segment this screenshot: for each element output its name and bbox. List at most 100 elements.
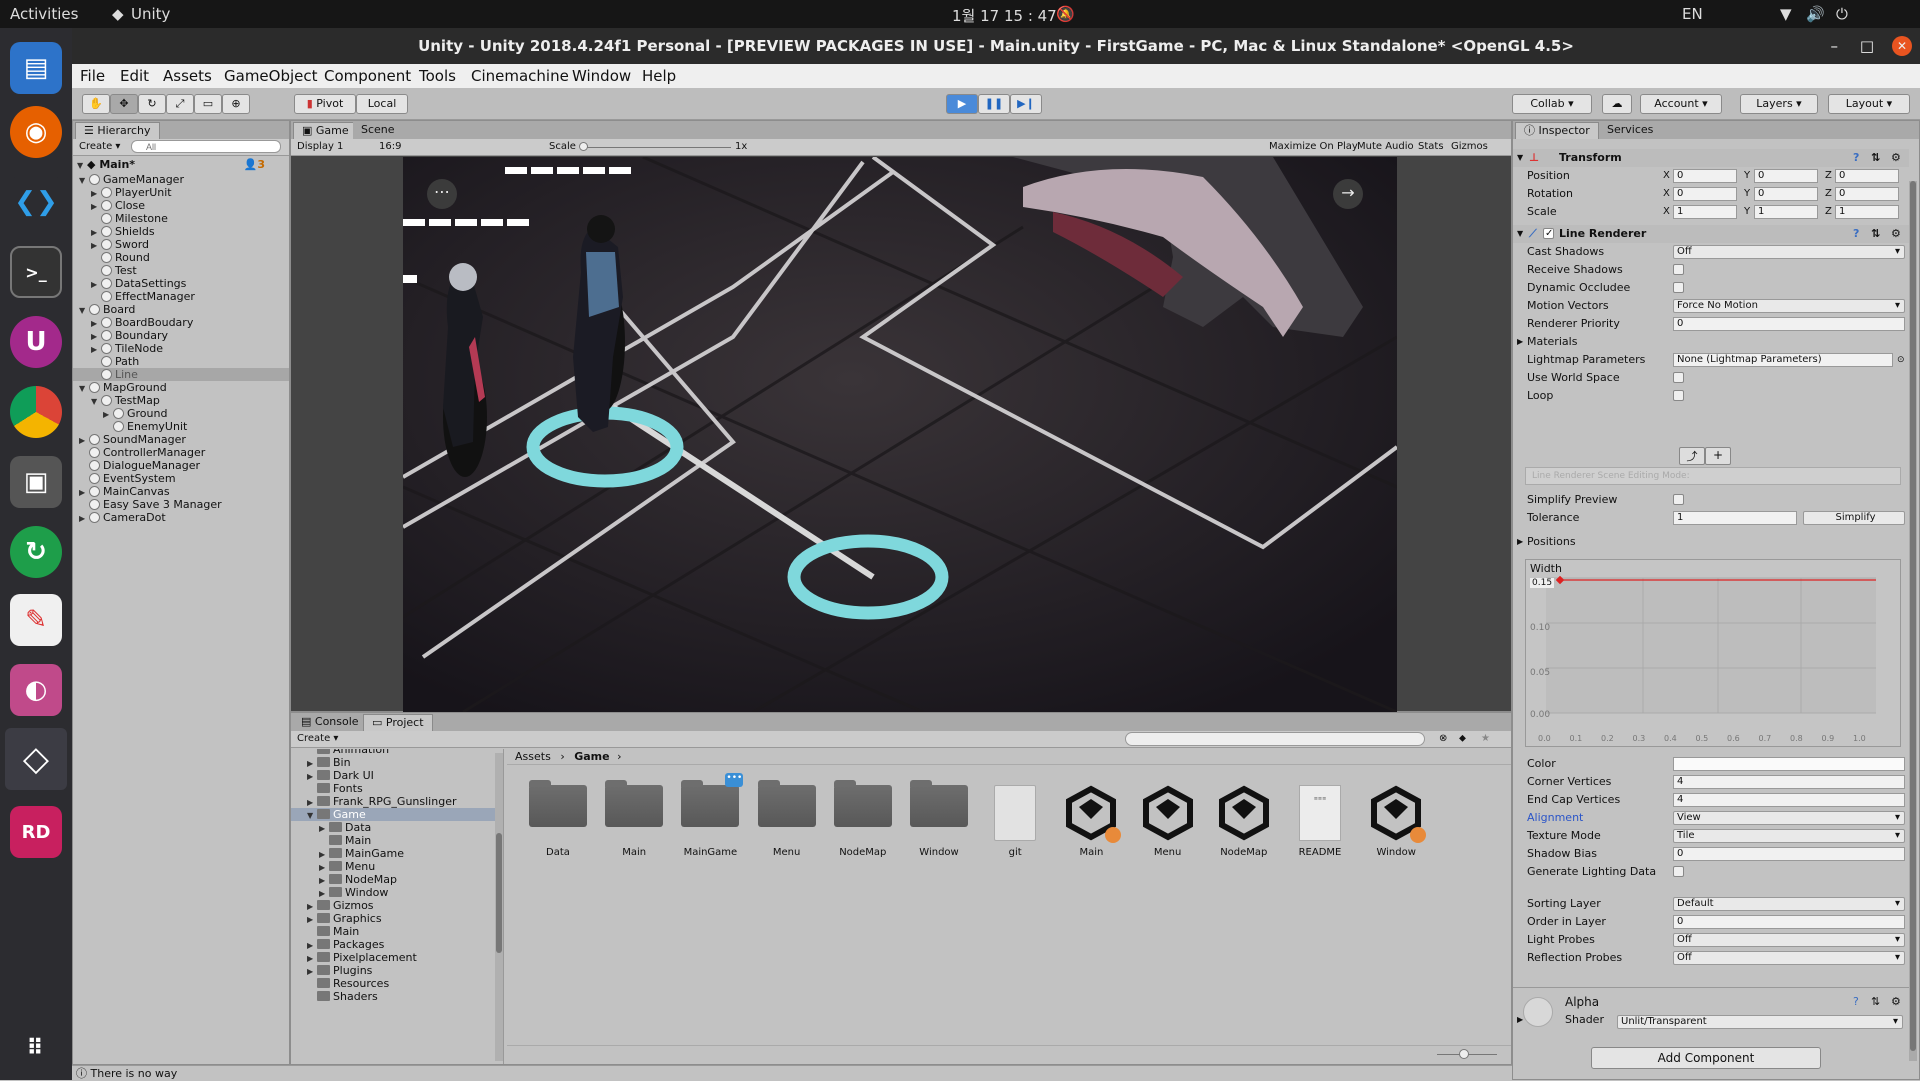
project-tree-item[interactable]: Main xyxy=(291,834,503,847)
scale-slider-handle[interactable] xyxy=(579,142,588,151)
files-icon[interactable]: ▤ xyxy=(10,42,62,94)
asset-item[interactable]: git xyxy=(985,785,1045,858)
menu-assets[interactable]: Assets xyxy=(163,67,212,85)
asset-item[interactable]: NodeMap xyxy=(833,780,893,858)
project-tree-item[interactable]: ▶ Bin xyxy=(291,756,503,769)
rect-tool-icon[interactable]: ▭ xyxy=(194,94,222,114)
aspect-dropdown[interactable]: 16:9 xyxy=(379,141,539,152)
hierarchy-item[interactable]: ▶ Sword xyxy=(73,238,289,251)
gizmos-dropdown[interactable]: Gizmos xyxy=(1451,141,1488,152)
hierarchy-item[interactable]: ▶ CameraDot xyxy=(73,511,289,524)
hierarchy-item[interactable]: Line xyxy=(73,368,289,381)
maximize-on-play-toggle[interactable]: Maximize On Play xyxy=(1269,141,1358,152)
line-renderer-settings-icon[interactable]: ⚙ xyxy=(1891,225,1901,243)
hierarchy-item[interactable]: EffectManager xyxy=(73,290,289,303)
show-apps-icon[interactable]: ⠿ xyxy=(10,1022,62,1074)
add-component-button[interactable]: Add Component xyxy=(1591,1047,1821,1069)
favorite-icon[interactable]: ★ xyxy=(1481,733,1490,744)
transform-collapse-icon[interactable]: ▼ xyxy=(1517,149,1523,167)
tab-console[interactable]: ▤ Console xyxy=(293,714,367,731)
transform-position-x-field[interactable]: 0 xyxy=(1673,169,1737,183)
transform-rotation-y-field[interactable]: 0 xyxy=(1754,187,1818,201)
step-button[interactable]: ▶❙ xyxy=(1010,94,1042,114)
layers-dropdown[interactable]: Layers ▾ xyxy=(1740,94,1818,114)
layout-dropdown[interactable]: Layout ▾ xyxy=(1828,94,1910,114)
hierarchy-item[interactable]: Round xyxy=(73,251,289,264)
asset-item[interactable]: Main xyxy=(1061,785,1122,858)
icon-size-slider-handle[interactable] xyxy=(1459,1049,1469,1059)
order-in-layer-field[interactable]: 0 xyxy=(1673,915,1905,929)
line-renderer-collapse-icon[interactable]: ▼ xyxy=(1517,225,1523,243)
app-menu-label[interactable]: Unity xyxy=(131,5,170,23)
transform-rotation-x-field[interactable]: 0 xyxy=(1673,187,1737,201)
project-tree-item[interactable]: Fonts xyxy=(291,782,503,795)
close-icon[interactable]: ✕ xyxy=(1892,36,1912,56)
transform-position-y-field[interactable]: 0 xyxy=(1754,169,1818,183)
project-tree-item[interactable]: ▶ Graphics xyxy=(291,912,503,925)
vscode-icon[interactable]: ❮❯ xyxy=(10,176,62,228)
inspector-scrollbar[interactable] xyxy=(1909,181,1917,1061)
end-cap-vertices-field[interactable]: 4 xyxy=(1673,793,1905,807)
motion-vectors-dropdown[interactable]: Force No Motion ▾ xyxy=(1673,299,1905,313)
project-tree-item[interactable]: ▶ Pixelplacement xyxy=(291,951,503,964)
project-tree-item[interactable]: ▶ Packages xyxy=(291,938,503,951)
game-menu-icon[interactable]: ⋯ xyxy=(427,179,457,209)
menu-help[interactable]: Help xyxy=(642,67,676,85)
play-button[interactable]: ▶ xyxy=(946,94,978,114)
transform-preset-icon[interactable]: ⇅ xyxy=(1871,149,1880,167)
project-tree-scrollbar[interactable] xyxy=(495,753,503,1061)
asset-item[interactable]: Menu xyxy=(757,780,817,858)
transform-settings-icon[interactable]: ⚙ xyxy=(1891,149,1901,167)
tab-services[interactable]: Services xyxy=(1599,122,1662,139)
asset-item[interactable]: Main xyxy=(604,780,664,858)
tab-game[interactable]: ▣ Game xyxy=(293,122,358,139)
width-curve-editor[interactable]: Width 0.15 0.10 0.05 0.00 0.0 0.1 0.2 0.3 0.… xyxy=(1525,559,1901,747)
shadow-bias-field[interactable]: 0 xyxy=(1673,847,1905,861)
dynamic-occludee-checkbox[interactable] xyxy=(1673,282,1684,293)
hierarchy-item[interactable]: ▶ BoardBoudary xyxy=(73,316,289,329)
pause-button[interactable]: ❚❚ xyxy=(978,94,1010,114)
line-renderer-enabled-checkbox[interactable]: ✓ xyxy=(1543,228,1554,239)
language-indicator[interactable]: EN xyxy=(1682,5,1703,23)
inspector-scroll-thumb[interactable] xyxy=(1910,181,1916,1051)
hierarchy-item[interactable]: ▶ Shields xyxy=(73,225,289,238)
rotate-tool-icon[interactable]: ↻ xyxy=(138,94,166,114)
tab-hierarchy[interactable]: ☰ Hierarchy xyxy=(75,122,160,139)
hierarchy-item[interactable]: Test xyxy=(73,264,289,277)
hierarchy-item[interactable]: ControllerManager xyxy=(73,446,289,459)
line-renderer-preset-icon[interactable]: ⇅ xyxy=(1871,225,1880,243)
expand-right-icon[interactable]: ▶ xyxy=(79,512,89,525)
hierarchy-item[interactable]: ▶ MainCanvas xyxy=(73,485,289,498)
hand-tool-icon[interactable]: ✋ xyxy=(82,94,110,114)
game-viewport[interactable]: ⋯ → xyxy=(403,157,1397,712)
cast-shadows-dropdown[interactable]: Off ▾ xyxy=(1673,245,1905,259)
hierarchy-search-input[interactable] xyxy=(131,140,281,153)
project-tree-item[interactable]: Main xyxy=(291,925,503,938)
material-help-icon[interactable]: ? xyxy=(1853,995,1859,1008)
transform-scale-y-field[interactable]: 1 xyxy=(1754,205,1818,219)
project-tree-item[interactable]: Animation xyxy=(291,749,503,756)
transform-help-icon[interactable]: ? xyxy=(1853,149,1859,167)
materials-expand-icon[interactable]: ▶ xyxy=(1517,333,1523,351)
asset-item[interactable]: Data xyxy=(528,780,588,858)
lightmap-parameters-field[interactable]: None (Lightmap Parameters) xyxy=(1673,353,1893,367)
material-expand-icon[interactable]: ▶ xyxy=(1517,1015,1523,1024)
display-dropdown[interactable]: Display 1 xyxy=(297,141,377,152)
project-search-input[interactable] xyxy=(1125,732,1425,746)
create-points-button[interactable]: + xyxy=(1705,447,1731,465)
hierarchy-item[interactable]: ▼ GameManager xyxy=(73,173,289,186)
hierarchy-item[interactable]: EnemyUnit xyxy=(73,420,289,433)
tab-scene[interactable]: Scene xyxy=(353,122,403,139)
activities-button[interactable]: Activities xyxy=(10,5,78,23)
receive-shadows-checkbox[interactable] xyxy=(1673,264,1684,275)
line-renderer-header[interactable]: ▼ ⟋ ✓ Line Renderer ? ⇅ ⚙ xyxy=(1513,225,1909,243)
project-tree-item[interactable]: ▶ Frank_RPG_Gunslinger xyxy=(291,795,503,808)
hierarchy-create-button[interactable]: Create ▾ xyxy=(79,141,120,152)
transform-position-z-field[interactable]: 0 xyxy=(1835,169,1899,183)
project-tree-item[interactable]: ▶ Menu xyxy=(291,860,503,873)
unity-dock-icon[interactable]: ◇ xyxy=(5,728,67,790)
transform-scale-x-field[interactable]: 1 xyxy=(1673,205,1737,219)
project-tree-item[interactable]: ▶ Window xyxy=(291,886,503,899)
filter-type-icon[interactable]: ⊗ xyxy=(1439,733,1447,744)
hierarchy-item[interactable]: ▼ MapGround xyxy=(73,381,289,394)
